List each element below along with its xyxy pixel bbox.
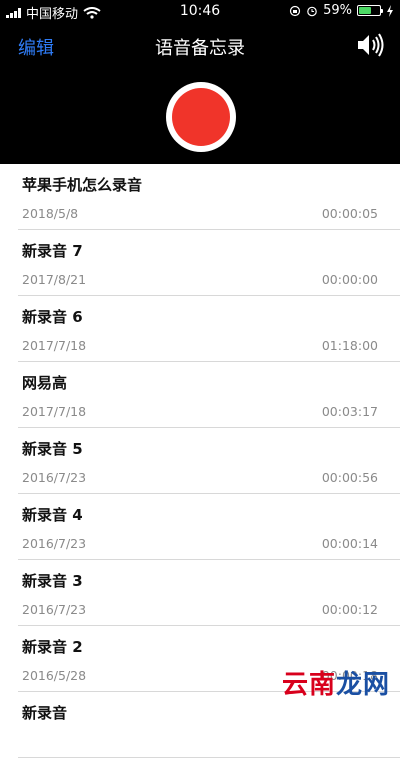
recording-row[interactable]: 新录音 7 2017/8/21 00:00:00 [18, 230, 400, 296]
recording-duration: 00:00:00 [321, 272, 378, 287]
record-button[interactable] [166, 82, 236, 152]
recording-date: 2016/7/23 [22, 536, 87, 551]
recording-name: 新录音 4 [22, 506, 83, 524]
battery-icon [357, 5, 383, 16]
recording-name: 新录音 7 [22, 242, 83, 260]
recording-row[interactable]: 苹果手机怎么录音 2018/5/8 00:00:05 [18, 164, 400, 230]
page-title: 语音备忘录 [155, 38, 245, 59]
recording-row[interactable]: 新录音 3 2016/7/23 00:00:12 [18, 560, 400, 626]
recording-row[interactable]: 网易高 2017/7/18 00:03:17 [18, 362, 400, 428]
recording-row[interactable]: 新录音 [18, 692, 400, 758]
record-icon [172, 88, 230, 146]
recording-name: 新录音 5 [22, 440, 83, 458]
recording-row[interactable]: 新录音 4 2016/7/23 00:00:14 [18, 494, 400, 560]
recording-name: 苹果手机怎么录音 [22, 176, 143, 194]
speaker-icon[interactable] [356, 32, 386, 58]
recording-date: 2018/5/8 [22, 206, 79, 221]
watermark: 云南龙网 [281, 670, 390, 700]
orientation-lock-icon [289, 5, 301, 16]
navigation-bar: 编辑 语音备忘录 [0, 30, 400, 62]
recording-date: 2016/7/23 [22, 602, 87, 617]
recording-row[interactable]: 新录音 5 2016/7/23 00:00:56 [18, 428, 400, 494]
battery-percent: 59% [323, 3, 352, 18]
alarm-icon [307, 6, 317, 16]
recording-date: 2017/7/18 [22, 338, 87, 353]
recording-name: 新录音 2 [22, 638, 83, 656]
recording-name: 网易高 [22, 374, 68, 392]
recording-date: 2017/8/21 [22, 272, 87, 287]
recording-duration: 00:00:05 [321, 206, 378, 221]
recording-duration: 00:00:56 [321, 470, 378, 485]
status-bar: 中国移动 10:46 59% [0, 0, 400, 22]
recording-duration: 01:18:00 [321, 338, 378, 353]
recording-date: 2016/7/23 [22, 470, 87, 485]
recording-row[interactable]: 新录音 6 2017/7/18 01:18:00 [18, 296, 400, 362]
recording-duration: 00:03:17 [321, 404, 378, 419]
recording-name: 新录音 3 [22, 572, 83, 590]
recording-date: 2016/5/28 [22, 668, 87, 683]
recording-duration: 00:00:12 [321, 602, 378, 617]
recording-date: 2017/7/18 [22, 404, 87, 419]
header-area: 中国移动 10:46 59% 编辑 语音备忘录 [0, 0, 400, 164]
charging-icon [387, 4, 393, 17]
recording-duration: 00:00:14 [321, 536, 378, 551]
recording-name: 新录音 6 [22, 308, 83, 326]
recording-name: 新录音 [22, 704, 68, 722]
